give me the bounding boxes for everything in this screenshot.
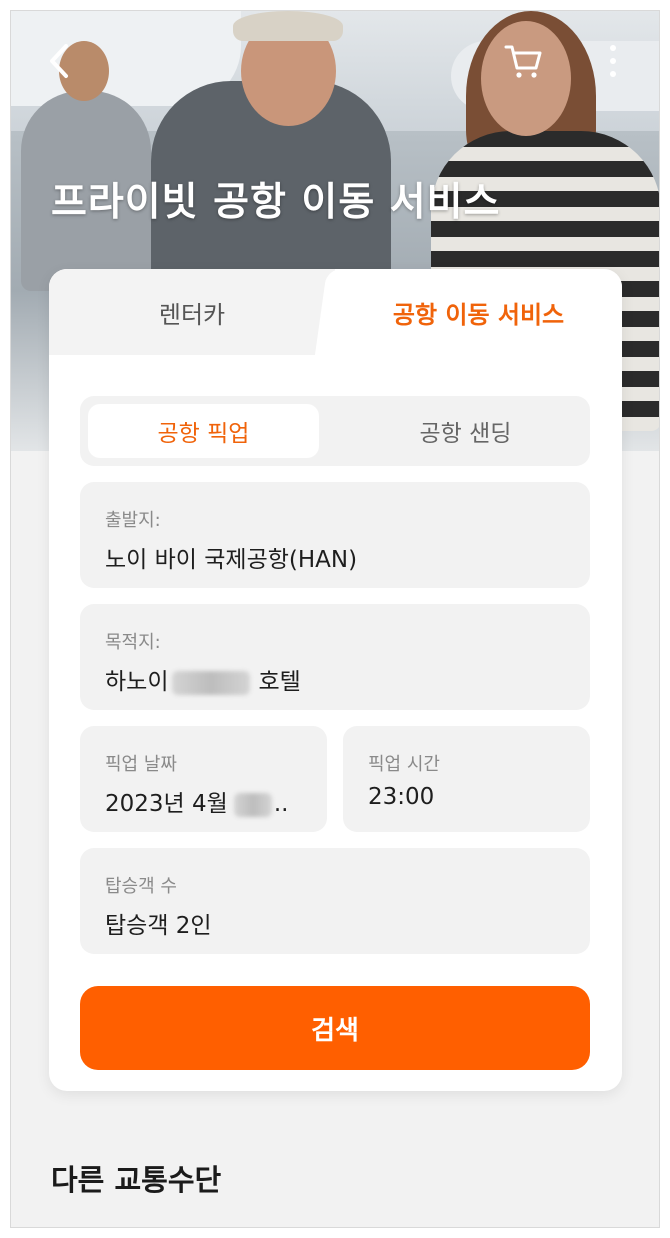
destination-label: 목적지: bbox=[105, 632, 161, 653]
passengers-label: 탑승객 수 bbox=[105, 876, 177, 897]
airport-sending-option[interactable]: 공항 샌딩 bbox=[350, 404, 581, 458]
tab-airport-transfer[interactable]: 공항 이동 서비스 bbox=[335, 269, 622, 355]
airport-pickup-label: 공항 픽업 bbox=[157, 421, 250, 447]
page-title: 프라이빗 공항 이동 서비스 bbox=[51, 180, 501, 225]
cart-icon bbox=[504, 45, 542, 78]
pickup-date-value-suffix: .. bbox=[273, 791, 289, 817]
back-button[interactable] bbox=[39, 41, 79, 81]
top-bar bbox=[11, 11, 659, 111]
pickup-date-value-prefix: 2023년 4월 bbox=[105, 791, 228, 817]
tab-airport-transfer-label: 공항 이동 서비스 bbox=[392, 300, 565, 329]
redacted-text bbox=[172, 670, 251, 695]
pickup-date-field[interactable]: 픽업 날짜 2023년 4월.. bbox=[80, 726, 327, 832]
booking-card: 렌터카 공항 이동 서비스 공항 픽업 공항 샌딩 출발지: 노이 바이 국제공… bbox=[49, 269, 622, 1091]
destination-value-prefix: 하노이 bbox=[105, 669, 169, 695]
other-transport-heading: 다른 교통수단 bbox=[51, 1163, 222, 1197]
destination-field[interactable]: 목적지: 하노이 호텔 bbox=[80, 604, 590, 710]
pickup-time-label: 픽업 시간 bbox=[368, 754, 440, 775]
more-options-button[interactable] bbox=[599, 39, 627, 83]
tab-rental-car-label: 렌터카 bbox=[158, 300, 226, 329]
chevron-left-icon bbox=[50, 44, 68, 78]
departure-field[interactable]: 출발지: 노이 바이 국제공항(HAN) bbox=[80, 482, 590, 588]
departure-label: 출발지: bbox=[105, 510, 161, 531]
search-button[interactable]: 검색 bbox=[80, 986, 590, 1070]
airport-pickup-option[interactable]: 공항 픽업 bbox=[88, 404, 319, 458]
destination-value: 하노이 호텔 bbox=[105, 662, 301, 696]
pickup-date-label: 픽업 날짜 bbox=[105, 754, 177, 775]
redacted-text bbox=[233, 792, 272, 817]
passengers-field[interactable]: 탑승객 수 탑승객 2인 bbox=[80, 848, 590, 954]
cart-button[interactable] bbox=[501, 39, 545, 83]
passengers-value: 탑승객 2인 bbox=[105, 913, 212, 939]
airport-sending-label: 공항 샌딩 bbox=[419, 421, 512, 447]
more-vertical-icon bbox=[610, 45, 616, 77]
departure-value: 노이 바이 국제공항(HAN) bbox=[105, 547, 358, 573]
destination-value-suffix: 호텔 bbox=[258, 669, 301, 695]
pickup-time-field[interactable]: 픽업 시간 23:00 bbox=[343, 726, 590, 832]
transfer-type-toggle: 공항 픽업 공항 샌딩 bbox=[80, 396, 590, 466]
tab-rental-car[interactable]: 렌터카 bbox=[49, 269, 335, 355]
service-tabs: 렌터카 공항 이동 서비스 bbox=[49, 269, 622, 355]
pickup-date-value: 2023년 4월.. bbox=[105, 784, 288, 818]
pickup-time-value: 23:00 bbox=[368, 784, 435, 810]
app-frame: 프라이빗 공항 이동 서비스 렌터카 공항 이동 서비스 공항 픽업 공항 샌딩… bbox=[10, 10, 660, 1228]
